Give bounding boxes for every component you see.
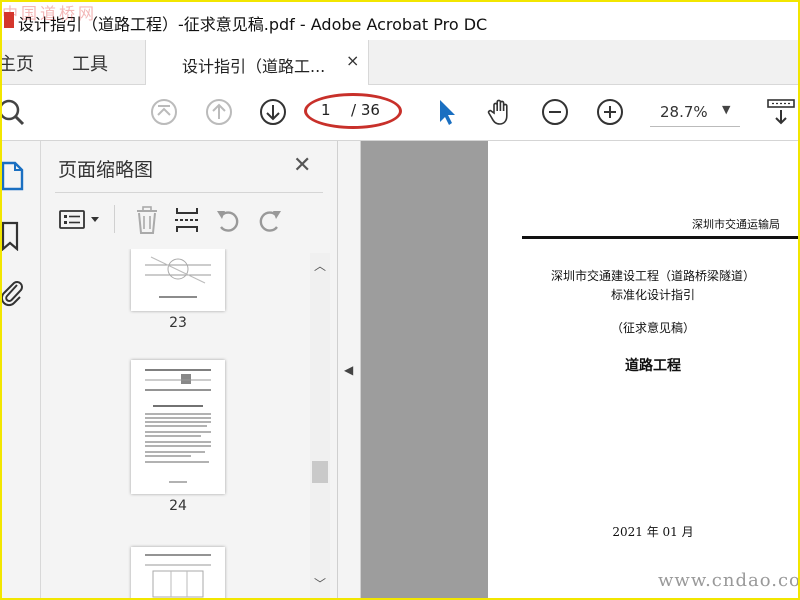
- delete-icon[interactable]: [133, 205, 161, 235]
- doc-subtitle: （征求意见稿）: [610, 321, 695, 335]
- panel-collapse-strip[interactable]: ◀: [338, 141, 361, 598]
- rotate-ccw-icon[interactable]: [213, 205, 243, 235]
- thumbnail-page-24[interactable]: [131, 360, 225, 494]
- scroll-mode-icon[interactable]: [766, 97, 796, 127]
- thumbnail-drawing: [145, 554, 211, 598]
- doc-title-line1: 深圳市交通建设工程（道路桥梁隧道）: [550, 269, 755, 283]
- thumbnail-drawing: [145, 256, 211, 298]
- watermark-top: 中国道桥网: [2, 4, 98, 23]
- select-cursor-icon[interactable]: [432, 97, 462, 127]
- document-view[interactable]: 深圳市交通运输局 深圳市交通建设工程（道路桥梁隧道） 标准化设计指引 （征求意见…: [361, 141, 798, 598]
- hand-icon[interactable]: [486, 97, 516, 127]
- close-panel-button[interactable]: ✕: [293, 153, 311, 178]
- chevron-up-icon[interactable]: ︿: [314, 257, 326, 274]
- chevron-left-icon[interactable]: ◀: [344, 363, 353, 377]
- chevron-down-icon[interactable]: ﹀: [314, 575, 326, 592]
- search-icon[interactable]: [0, 97, 26, 127]
- thumbnail-page-25[interactable]: [131, 547, 225, 598]
- header-rule: [522, 236, 798, 239]
- thumbnail-list: 23 24: [55, 249, 317, 598]
- insert-page-icon[interactable]: [173, 205, 201, 235]
- doc-date: 2021 年 01 月: [612, 525, 694, 539]
- toolbar-divider: [114, 205, 115, 233]
- close-tab-button[interactable]: ×: [346, 51, 359, 70]
- title-bar: 设计指引（道路工程）-征求意见稿.pdf - Adobe Acrobat Pro…: [2, 2, 798, 40]
- tab-bar: 主页 工具 设计指引（道路工... ×: [2, 40, 798, 85]
- chevron-down-icon: ▼: [722, 103, 731, 116]
- rotate-cw-icon[interactable]: [255, 205, 285, 235]
- panel-title: 页面缩略图: [58, 159, 154, 181]
- doc-section-title: 道路工程: [625, 358, 681, 374]
- options-menu-icon[interactable]: [58, 207, 104, 233]
- thumbnail-label: 24: [169, 498, 187, 514]
- tab-home[interactable]: 主页: [2, 50, 34, 76]
- panel-divider: [55, 192, 323, 193]
- zoom-value: 28.7%: [660, 103, 708, 121]
- watermark-bottom: www.cndao.com: [658, 570, 800, 591]
- pdf-page: 深圳市交通运输局 深圳市交通建设工程（道路桥梁隧道） 标准化设计指引 （征求意见…: [488, 141, 798, 598]
- toolbar: 1 / 36 28.7% ▼: [2, 85, 798, 141]
- thumbnail-drawing: [145, 369, 211, 483]
- acrobat-window: 设计指引（道路工程）-征求意见稿.pdf - Adobe Acrobat Pro…: [0, 0, 800, 600]
- thumbnail-page-23[interactable]: [131, 249, 225, 311]
- tab-document[interactable]: 设计指引（道路工... ×: [145, 40, 369, 85]
- zoom-out-icon[interactable]: [540, 97, 570, 127]
- thumbnail-label: 23: [169, 315, 187, 331]
- next-page-icon[interactable]: [258, 97, 288, 127]
- navigation-rail: [2, 141, 41, 598]
- attachment-icon[interactable]: [0, 277, 24, 307]
- thumbnail-scrollbar[interactable]: ︿ ﹀: [310, 253, 330, 598]
- tab-tools[interactable]: 工具: [72, 50, 108, 76]
- bookmark-icon[interactable]: [0, 221, 22, 251]
- first-page-icon[interactable]: [149, 97, 179, 127]
- zoom-dropdown[interactable]: 28.7% ▼: [650, 98, 740, 127]
- zoom-in-icon[interactable]: [595, 97, 625, 127]
- doc-title-line2: 标准化设计指引: [610, 288, 695, 302]
- highlight-ellipse: [304, 93, 402, 129]
- page-thumbnails-panel: 页面缩略图 ✕ 23 24 ︿ ﹀: [41, 141, 338, 598]
- page-thumbnails-icon[interactable]: [0, 161, 26, 191]
- document-tab-label: 设计指引（道路工...: [182, 57, 326, 76]
- page-header: 深圳市交通运输局: [692, 218, 780, 231]
- prev-page-icon[interactable]: [204, 97, 234, 127]
- scroll-thumb[interactable]: [312, 461, 328, 483]
